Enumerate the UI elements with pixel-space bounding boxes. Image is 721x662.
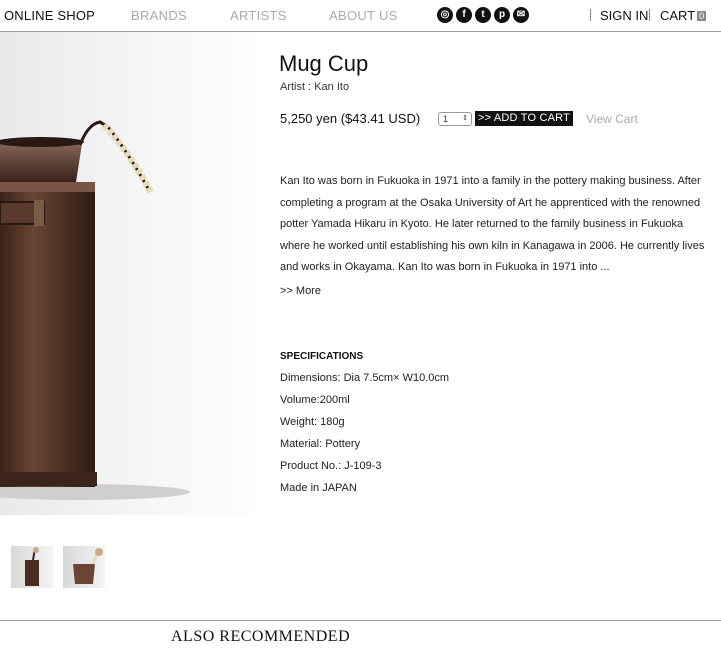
mail-icon[interactable]: ✉ <box>513 7 529 23</box>
header-divider <box>590 9 591 21</box>
quantity-value: 1 <box>443 114 449 124</box>
select-arrows-icon: ⇕ <box>462 115 468 122</box>
thumbnail-1[interactable] <box>11 546 53 588</box>
product-photo <box>0 120 190 500</box>
spec-weight: Weight: 180g <box>280 416 345 428</box>
more-link[interactable]: >> More <box>280 285 321 297</box>
product-price: 5,250 yen ($43.41 USD) <box>280 111 421 126</box>
social-links: ◎ f t p ✉ <box>437 7 529 23</box>
nav-artists[interactable]: ARTISTS <box>230 8 287 23</box>
pinterest-icon[interactable]: p <box>494 7 510 23</box>
product-description: Kan Ito was born in Fukuoka in 1971 into… <box>280 175 705 274</box>
product-title: Mug Cup <box>279 51 369 76</box>
section-divider <box>0 620 721 621</box>
site-header: ONLINE SHOP BRANDS ARTISTS ABOUT US ◎ f … <box>0 0 721 32</box>
product-artist[interactable]: Artist : Kan Ito <box>280 81 349 93</box>
view-cart-link[interactable]: View Cart <box>586 112 638 126</box>
spec-volume: Volume:200ml <box>280 394 350 406</box>
nav-brands[interactable]: BRANDS <box>131 8 187 23</box>
cart-label: CART <box>660 8 696 23</box>
sign-in-link[interactable]: SIGN IN <box>600 8 648 23</box>
spec-material: Material: Pottery <box>280 438 361 450</box>
thumbnail-2[interactable] <box>63 546 105 588</box>
spec-product-no: Product No.: J-109-3 <box>280 460 382 472</box>
tumblr-icon[interactable]: t <box>475 7 491 23</box>
quantity-select[interactable]: 1 ⇕ <box>438 112 472 126</box>
specifications-heading: SPECIFICATIONS <box>280 351 364 362</box>
facebook-icon[interactable]: f <box>456 7 472 23</box>
thumbnail-photo <box>73 548 103 584</box>
also-recommended-heading: ALSO RECOMMENDED <box>171 628 351 645</box>
thumbnail-photo <box>25 547 39 586</box>
site-logo[interactable]: ONLINE SHOP <box>4 8 95 23</box>
header-divider <box>649 9 650 21</box>
nav-about-us[interactable]: ABOUT US <box>329 8 398 23</box>
instagram-icon[interactable]: ◎ <box>437 7 453 23</box>
spec-origin: Made in JAPAN <box>280 482 357 494</box>
cart-count-badge: 0 <box>697 11 707 21</box>
add-to-cart-button[interactable]: >> ADD TO CART <box>475 111 573 126</box>
cart-link[interactable]: CART 0 <box>660 8 707 23</box>
product-main-image <box>0 32 258 515</box>
spec-dimensions: Dimensions: Dia 7.5cm× W10.0cm <box>280 372 450 384</box>
